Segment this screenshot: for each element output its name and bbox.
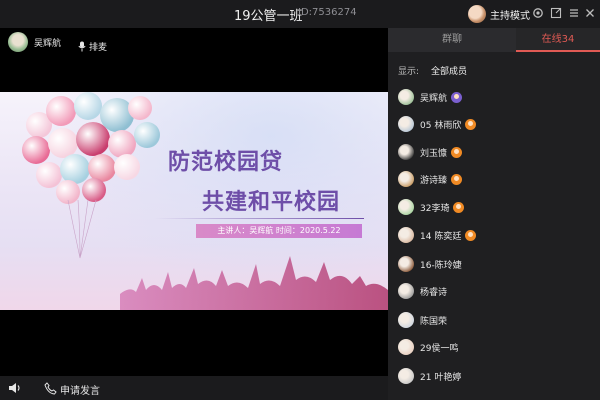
host-avatar[interactable]	[468, 5, 486, 23]
slide-title-line2: 共建和平校园	[202, 190, 341, 215]
slide-title-line1: 防范校园贷	[168, 150, 284, 175]
member-name: 14 陈奕廷	[420, 231, 462, 242]
member-row[interactable]: 杨睿诗	[398, 280, 447, 302]
member-avatar	[398, 116, 414, 132]
settings-icon[interactable]	[530, 5, 546, 21]
bottom-bar: 申请发言	[0, 376, 388, 400]
member-row[interactable]: 陈国荣	[398, 309, 447, 331]
role-badge-icon	[451, 146, 463, 158]
member-filter-select[interactable]: 全部成员	[431, 64, 467, 77]
speaker-icon[interactable]	[8, 380, 22, 399]
balloon	[114, 154, 140, 180]
presentation-slide: 防范校园贷 共建和平校园 主讲人：吴辉航 时间：2020.5.22	[0, 92, 388, 310]
member-avatar	[398, 144, 414, 160]
menu-icon[interactable]	[566, 5, 582, 21]
host-mode-button[interactable]: 主持模式	[490, 7, 530, 22]
filter-label: 显示:	[398, 67, 420, 77]
title-bar: 19公管一班 ID:7536274 主持模式	[0, 0, 600, 28]
member-avatar	[398, 283, 414, 299]
side-panel: 群聊 在线34 显示: 全部成员 吴辉航 05 林雨欣 刘玉慷游诗臻 32李琦 14 陈…	[388, 28, 600, 400]
active-tab-indicator	[516, 50, 600, 52]
close-icon[interactable]	[582, 5, 598, 21]
balloon	[74, 92, 102, 120]
balloon	[134, 122, 160, 148]
balloon	[128, 96, 152, 120]
member-row[interactable]: 29侯一鸣	[398, 336, 458, 358]
member-row[interactable]: 游诗臻	[398, 168, 463, 190]
presenter-name: 吴辉航	[34, 38, 62, 49]
microphone-icon	[78, 37, 86, 56]
member-row[interactable]: 32李琦	[398, 196, 465, 218]
presenter-avatar	[8, 32, 28, 52]
tab-online[interactable]: 在线34	[516, 28, 600, 52]
tab-group-chat[interactable]: 群聊	[388, 28, 516, 52]
balloon-strings	[67, 200, 97, 259]
balloon	[22, 136, 50, 164]
balloon	[46, 96, 76, 126]
member-name: 刘玉慷	[420, 148, 448, 159]
member-name: 32李琦	[420, 203, 450, 214]
presenter-info: 吴辉航	[8, 32, 61, 52]
member-name: 吴辉航	[420, 93, 448, 104]
request-speak-button[interactable]: 申请发言	[60, 382, 100, 397]
balloon	[82, 178, 106, 202]
member-row[interactable]: 刘玉慷	[398, 141, 463, 163]
room-id: ID:7536274	[298, 7, 357, 18]
member-name: 29侯一鸣	[420, 343, 459, 354]
member-row[interactable]: 14 陈奕廷	[398, 224, 477, 246]
member-name: 杨睿诗	[420, 287, 448, 298]
member-avatar	[398, 312, 414, 328]
member-avatar	[398, 171, 414, 187]
panel-tabs: 群聊 在线34	[388, 28, 600, 52]
member-row[interactable]: 05 林雨欣	[398, 113, 477, 135]
queue-button[interactable]: 排麦	[78, 37, 107, 56]
member-row[interactable]: 21 叶艳婷	[398, 365, 461, 387]
window-title: 19公管一班	[234, 9, 303, 24]
slide-subtitle: 主讲人：吴辉航 时间：2020.5.22	[196, 224, 362, 238]
member-row[interactable]: 吴辉航	[398, 86, 463, 108]
queue-label: 排麦	[89, 43, 108, 53]
member-avatar	[398, 199, 414, 215]
member-avatar	[398, 89, 414, 105]
crowd-silhouette	[120, 256, 388, 310]
member-avatar	[398, 339, 414, 355]
role-badge-icon	[453, 201, 465, 213]
role-badge-icon	[465, 229, 477, 241]
member-name: 陈国荣	[420, 316, 448, 327]
member-row[interactable]: 16-陈玲婕	[398, 253, 462, 275]
member-name: 05 林雨欣	[420, 120, 462, 131]
member-name: 游诗臻	[420, 175, 448, 186]
slide-divider	[154, 218, 364, 219]
member-avatar	[398, 368, 414, 384]
phone-icon[interactable]	[44, 380, 57, 399]
host-badge-icon	[451, 91, 463, 103]
popout-icon[interactable]	[548, 5, 564, 21]
member-avatar	[398, 227, 414, 243]
role-badge-icon	[451, 173, 463, 185]
role-badge-icon	[465, 118, 477, 130]
member-avatar	[398, 256, 414, 272]
balloon	[76, 122, 110, 156]
member-name: 21 叶艳婷	[420, 372, 462, 383]
member-name: 16-陈玲婕	[420, 260, 462, 271]
